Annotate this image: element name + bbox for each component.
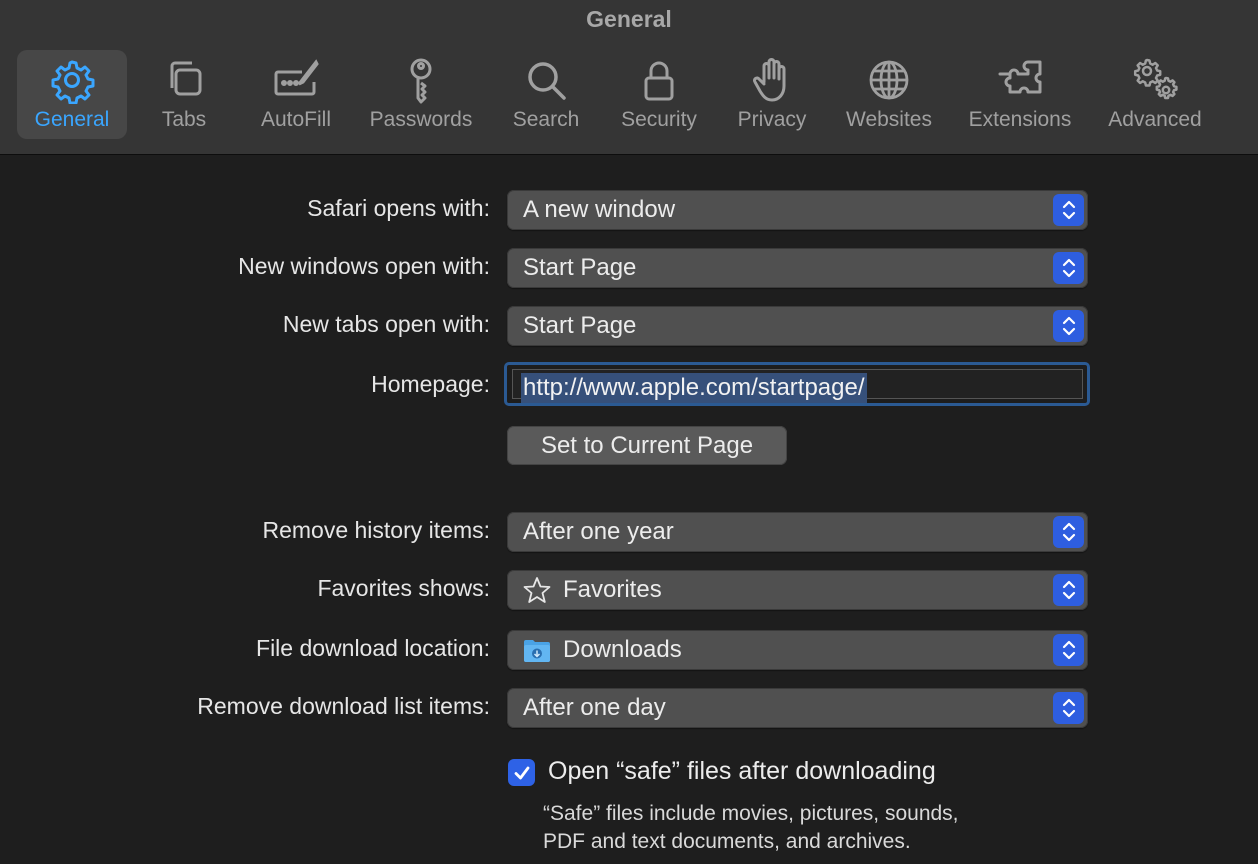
popup-value: After one day <box>523 694 666 721</box>
remove-download-popup[interactable]: After one day <box>507 688 1088 728</box>
toolbar-label: Privacy <box>737 108 807 131</box>
toolbar-tab-extensions[interactable]: Extensions <box>960 50 1080 139</box>
downloads-folder-icon <box>523 636 551 664</box>
up-down-arrows-icon <box>1053 252 1084 284</box>
open-safe-files-checkbox[interactable] <box>508 759 535 786</box>
toolbar-tab-privacy[interactable]: Privacy <box>730 50 814 139</box>
remove-history-label: Remove history items: <box>262 517 490 543</box>
up-down-arrows-icon <box>1053 516 1084 548</box>
toolbar-tab-tabs[interactable]: Tabs <box>143 50 225 139</box>
toolbar-label: Passwords <box>369 108 473 131</box>
search-icon <box>522 56 570 104</box>
toolbar-label: Websites <box>846 108 932 131</box>
up-down-arrows-icon <box>1053 574 1084 606</box>
toolbar-label: General <box>34 108 110 131</box>
download-location-label: File download location: <box>256 635 490 661</box>
toolbar-tab-search[interactable]: Search <box>505 50 587 139</box>
toolbar-label: AutoFill <box>260 108 332 131</box>
up-down-arrows-icon <box>1053 194 1084 226</box>
toolbar-tab-autofill[interactable]: AutoFill <box>250 50 342 139</box>
homepage-field[interactable]: http://www.apple.com/startpage/ <box>504 362 1090 406</box>
toolbar-label: Advanced <box>1108 108 1202 131</box>
new-windows-popup[interactable]: Start Page <box>507 248 1088 288</box>
toolbar-tab-passwords[interactable]: Passwords <box>362 50 480 139</box>
hand-icon <box>748 56 796 104</box>
puzzle-icon <box>996 56 1044 104</box>
popup-value: A new window <box>523 196 676 223</box>
set-to-current-page-button[interactable]: Set to Current Page <box>507 426 787 465</box>
toolbar-label: Tabs <box>161 108 207 131</box>
gears-icon <box>1131 56 1179 104</box>
toolbar-label: Extensions <box>968 108 1072 131</box>
window-title: General <box>586 6 672 32</box>
popup-value: After one year <box>523 518 674 545</box>
tabs-icon <box>160 56 208 104</box>
popup-value-row: Favorites <box>523 570 662 610</box>
up-down-arrows-icon <box>1053 310 1084 342</box>
safari-opens-popup[interactable]: A new window <box>507 190 1088 230</box>
safe-files-help-line1: “Safe” files include movies, pictures, s… <box>543 802 959 825</box>
new-windows-label: New windows open with: <box>238 253 490 279</box>
homepage-label: Homepage: <box>371 371 490 397</box>
favorites-shows-label: Favorites shows: <box>317 575 490 601</box>
remove-history-popup[interactable]: After one year <box>507 512 1088 552</box>
toolbar-label: Search <box>512 108 580 131</box>
favorites-shows-popup[interactable]: Favorites <box>507 570 1088 610</box>
popup-value-row: Downloads <box>523 630 682 670</box>
toolbar-label: Security <box>621 108 697 131</box>
new-tabs-label: New tabs open with: <box>282 311 490 337</box>
popup-value: Favorites <box>563 576 662 603</box>
open-safe-files-label[interactable]: Open “safe” files after downloading <box>548 757 936 786</box>
toolbar-tab-security[interactable]: Security <box>612 50 706 139</box>
autofill-icon <box>272 56 320 104</box>
checkmark-icon <box>514 766 529 779</box>
preferences-toolbar: General General Tabs AutoFill Passwords … <box>0 0 1258 155</box>
globe-icon <box>865 56 913 104</box>
toolbar-tab-advanced[interactable]: Advanced <box>1100 50 1210 139</box>
popup-value: Start Page <box>523 254 637 281</box>
lock-icon <box>635 56 683 104</box>
homepage-value: http://www.apple.com/startpage/ <box>521 373 867 403</box>
up-down-arrows-icon <box>1053 634 1084 666</box>
toolbar-tab-general[interactable]: General <box>17 50 127 139</box>
gear-icon <box>48 56 96 104</box>
safari-opens-label: Safari opens with: <box>307 195 490 221</box>
key-icon <box>397 56 445 104</box>
toolbar-tab-websites[interactable]: Websites <box>838 50 940 139</box>
popup-value: Start Page <box>523 312 637 339</box>
up-down-arrows-icon <box>1053 692 1084 724</box>
popup-value: Downloads <box>563 636 682 663</box>
homepage-field-inner: http://www.apple.com/startpage/ <box>512 369 1083 403</box>
remove-download-label: Remove download list items: <box>197 693 490 719</box>
safe-files-help-line2: PDF and text documents, and archives. <box>543 830 911 853</box>
download-location-popup[interactable]: Downloads <box>507 630 1088 670</box>
star-icon <box>523 576 551 604</box>
new-tabs-popup[interactable]: Start Page <box>507 306 1088 346</box>
